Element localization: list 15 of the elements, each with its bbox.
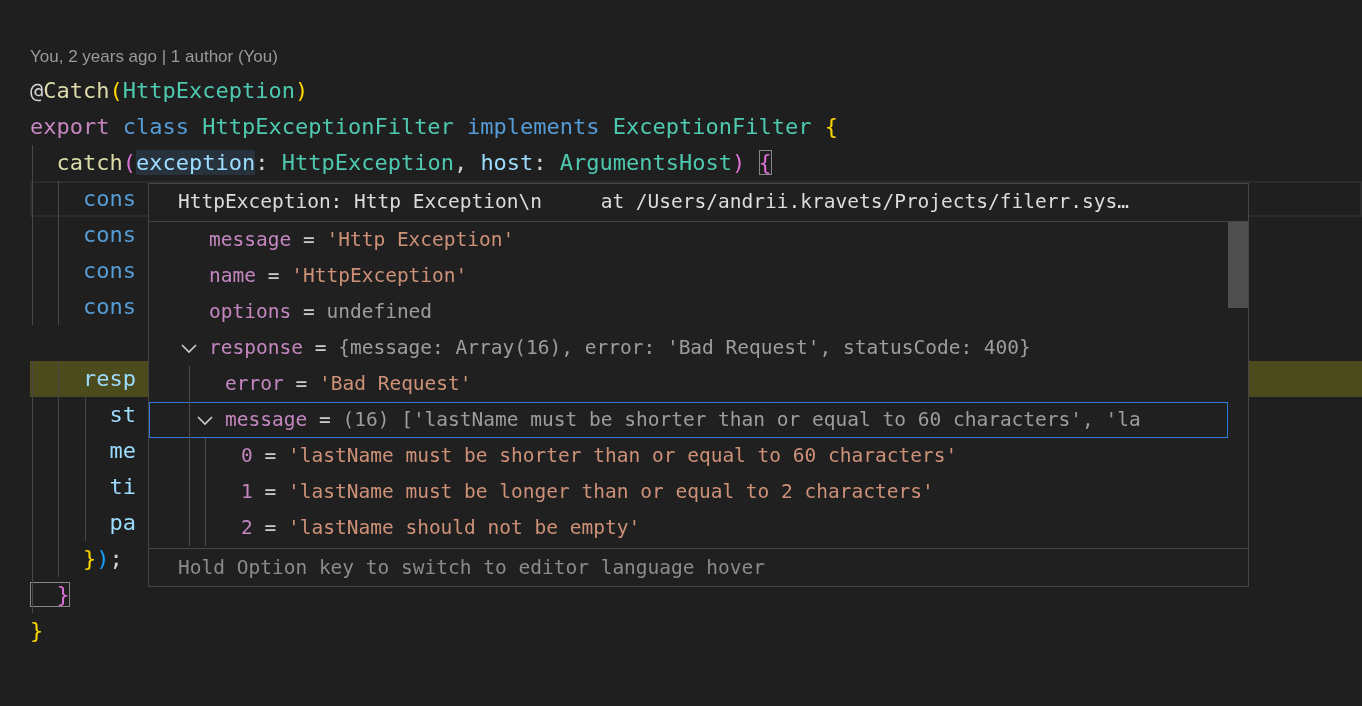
variable-row[interactable]: 0 = 'lastName must be shorter than or equal to 60 characters' [149,438,1228,474]
variable-row[interactable]: options = undefined [149,294,1228,330]
scrollbar[interactable] [1228,222,1248,308]
code-line: @Catch(HttpException) [30,77,310,105]
code-line: catch(exception: HttpException, host: ArgumentsHost) { [30,145,1362,181]
code-line: export class HttpExceptionFilter implements ExceptionFilter { [30,113,839,141]
variable-row[interactable]: name = 'HttpException' [149,258,1228,294]
codelens-text[interactable]: You, 2 years ago | 1 author (You) [0,40,1362,73]
variable-row[interactable]: message = (16) ['lastName must be shorter than or equal to 60 characters', 'la [149,402,1228,438]
exception-header: HttpException: Http Exception\n at /Users/andrii.kravets/Projects/filerr.sys… [149,184,1248,222]
variable-row[interactable]: 2 = 'lastName should not be empty' [149,510,1228,546]
code-line: } [30,617,45,645]
variable-row[interactable]: 1 = 'lastName must be longer than or equal to 2 characters' [149,474,1228,510]
hover-hint: Hold Option key to switch to editor language hover [149,548,1248,586]
variable-row[interactable]: message = 'Http Exception' [149,222,1228,258]
